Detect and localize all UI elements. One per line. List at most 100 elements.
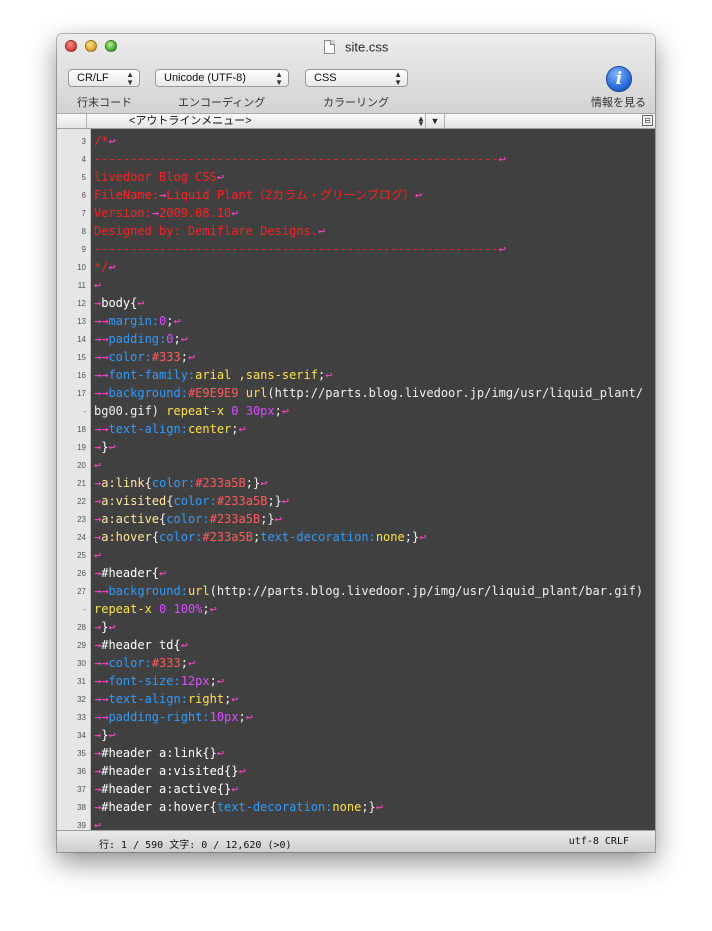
code-token: Designed by: Demiflare Designs. bbox=[94, 224, 318, 238]
code-line[interactable]: →a:hover{color:#233a5B;text-decoration:n… bbox=[94, 528, 426, 546]
code-line[interactable]: repeat-x 0 100%;↩ bbox=[94, 600, 217, 618]
code-line[interactable]: →a:visited{color:#233a5B;}↩ bbox=[94, 492, 289, 510]
code-token: none bbox=[332, 800, 362, 814]
code-line[interactable]: →→text-align:center;↩ bbox=[94, 420, 246, 438]
code-token: ; bbox=[231, 422, 239, 436]
code-line[interactable]: →#header a:active{}↩ bbox=[94, 780, 239, 798]
line-number: 12 bbox=[77, 299, 86, 308]
code-token: ; bbox=[274, 404, 282, 418]
outline-dropdown-icon[interactable]: ▼ bbox=[425, 114, 445, 128]
code-token: →→ bbox=[94, 692, 109, 706]
code-line[interactable]: →}↩ bbox=[94, 726, 116, 744]
code-line[interactable]: →→margin:0;↩ bbox=[94, 312, 181, 330]
code-token: color: bbox=[108, 656, 152, 670]
line-number: 3 bbox=[81, 137, 86, 146]
line-ending-popup[interactable]: CR/LF ▲ ▼ bbox=[68, 69, 140, 87]
outline-menu[interactable]: <アウトラインメニュー> bbox=[129, 115, 252, 128]
code-token: ↩ bbox=[94, 278, 102, 292]
code-token: #header a:active{} bbox=[101, 782, 232, 796]
code-token: ----------------------------------------… bbox=[94, 152, 499, 166]
code-line[interactable]: ----------------------------------------… bbox=[94, 150, 506, 168]
code-token: ↩ bbox=[375, 800, 384, 814]
code-line[interactable]: →→background:url(http://parts.blog.lived… bbox=[94, 582, 643, 600]
code-line[interactable]: ----------------------------------------… bbox=[94, 240, 506, 258]
code-token: →→ bbox=[94, 332, 109, 346]
code-line[interactable]: →→background:#E9E9E9 url(http://parts.bl… bbox=[94, 384, 643, 402]
line-number: 21 bbox=[77, 479, 86, 488]
code-editor[interactable]: 3 4 5 6 7 8 9 10 11 12 13 14 15 16 17-18 19 20 21 22 23 24 25… bbox=[57, 129, 655, 832]
code-token: ↩ bbox=[231, 692, 239, 706]
code-token: color: bbox=[173, 494, 217, 508]
code-token: ; bbox=[173, 332, 181, 346]
line-ending-value: CR/LF bbox=[77, 72, 109, 84]
code-line[interactable]: →#header a:hover{text-decoration:none;}↩ bbox=[94, 798, 383, 816]
code-line[interactable]: →→font-family:arial ,sans-serif;↩ bbox=[94, 366, 332, 384]
outline-menu-arrows-icon[interactable]: ▲ ▼ bbox=[417, 115, 425, 128]
code-line[interactable]: →→text-align:right;↩ bbox=[94, 690, 239, 708]
code-line[interactable]: ↩ bbox=[94, 276, 101, 294]
code-token: ↩ bbox=[281, 494, 290, 508]
code-token: { bbox=[166, 494, 174, 508]
code-token: ↩ bbox=[94, 548, 102, 562]
coloring-popup[interactable]: CSS ▲ ▼ bbox=[305, 69, 408, 87]
code-line[interactable]: →#header{↩ bbox=[94, 564, 166, 582]
line-number: 19 bbox=[77, 443, 86, 452]
code-token: text-decoration: bbox=[216, 800, 333, 814]
split-view-icon[interactable]: ⊟ bbox=[642, 115, 653, 126]
outline-gutter-cap bbox=[57, 114, 87, 128]
line-number: 29 bbox=[77, 641, 86, 650]
code-token: color: bbox=[108, 350, 152, 364]
code-token: ;} bbox=[267, 494, 282, 508]
code-line[interactable]: Version:→2009.08.10↩ bbox=[94, 204, 239, 222]
line-ending-label: 行末コード bbox=[77, 97, 132, 109]
code-line[interactable]: livedoor Blog CSS↩ bbox=[94, 168, 224, 186]
code-token: */ bbox=[94, 260, 109, 274]
encoding-popup[interactable]: Unicode (UTF-8) ▲ ▼ bbox=[155, 69, 289, 87]
code-line[interactable]: bg00.gif) repeat-x 0 30px;↩ bbox=[94, 402, 289, 420]
code-token: ↩ bbox=[137, 296, 145, 310]
code-token: { bbox=[144, 476, 152, 490]
code-line[interactable]: Designed by: Demiflare Designs.↩ bbox=[94, 222, 325, 240]
code-line[interactable]: →#header td{↩ bbox=[94, 636, 188, 654]
code-line[interactable]: FileName:→Liquid Plant（2カラム・グリーンブログ）↩ bbox=[94, 186, 422, 204]
code-line[interactable]: →→padding-right:10px;↩ bbox=[94, 708, 253, 726]
code-line[interactable]: →}↩ bbox=[94, 438, 116, 456]
code-token: #header td{ bbox=[101, 638, 181, 652]
code-token: #header a:hover{ bbox=[101, 800, 217, 814]
code-token: color: bbox=[166, 512, 210, 526]
code-line[interactable]: →}↩ bbox=[94, 618, 116, 636]
code-token: ↩ bbox=[94, 458, 102, 472]
code-line[interactable]: ↩ bbox=[94, 546, 101, 564]
code-token: (http://parts.blog.livedoor.jp/img/usr/l… bbox=[267, 386, 644, 400]
line-number: 5 bbox=[81, 173, 86, 182]
code-line[interactable]: */↩ bbox=[94, 258, 116, 276]
code-token: ;} bbox=[260, 512, 275, 526]
code-token: url bbox=[187, 584, 210, 598]
code-line[interactable]: →a:link{color:#233a5B;}↩ bbox=[94, 474, 267, 492]
code-line[interactable]: →→font-size:12px;↩ bbox=[94, 672, 224, 690]
code-line[interactable]: →→color:#333;↩ bbox=[94, 348, 195, 366]
status-bar: 行: 1 / 590 文字: 0 / 12,620 (>0) utf-8 CRL… bbox=[57, 830, 655, 852]
code-token: font-family: bbox=[108, 368, 196, 382]
code-token: #233a5B bbox=[202, 530, 253, 544]
code-line[interactable]: →#header a:link{}↩ bbox=[94, 744, 224, 762]
code-token: repeat-x bbox=[159, 404, 225, 418]
code-token: ↩ bbox=[325, 368, 333, 382]
line-number: 33 bbox=[77, 713, 86, 722]
line-number: 9 bbox=[81, 245, 86, 254]
code-line[interactable]: →→padding:0;↩ bbox=[94, 330, 188, 348]
info-icon[interactable]: i bbox=[606, 66, 632, 92]
code-area[interactable]: /*↩ -------------------------------------… bbox=[94, 129, 652, 832]
code-token: color: bbox=[159, 530, 203, 544]
code-token: ↩ bbox=[159, 566, 167, 580]
code-line[interactable]: /*↩ bbox=[94, 132, 116, 150]
code-line[interactable]: →#header a:visited{}↩ bbox=[94, 762, 246, 780]
code-line[interactable]: →body{↩ bbox=[94, 294, 145, 312]
code-token: center bbox=[187, 422, 232, 436]
code-line[interactable]: →→color:#333;↩ bbox=[94, 654, 195, 672]
code-token: #header a:link{} bbox=[101, 746, 217, 760]
code-line[interactable]: →a:active{color:#233a5B;}↩ bbox=[94, 510, 282, 528]
code-token: ↩ bbox=[245, 710, 253, 724]
code-line[interactable]: ↩ bbox=[94, 456, 101, 474]
code-token: livedoor Blog CSS bbox=[94, 170, 217, 184]
